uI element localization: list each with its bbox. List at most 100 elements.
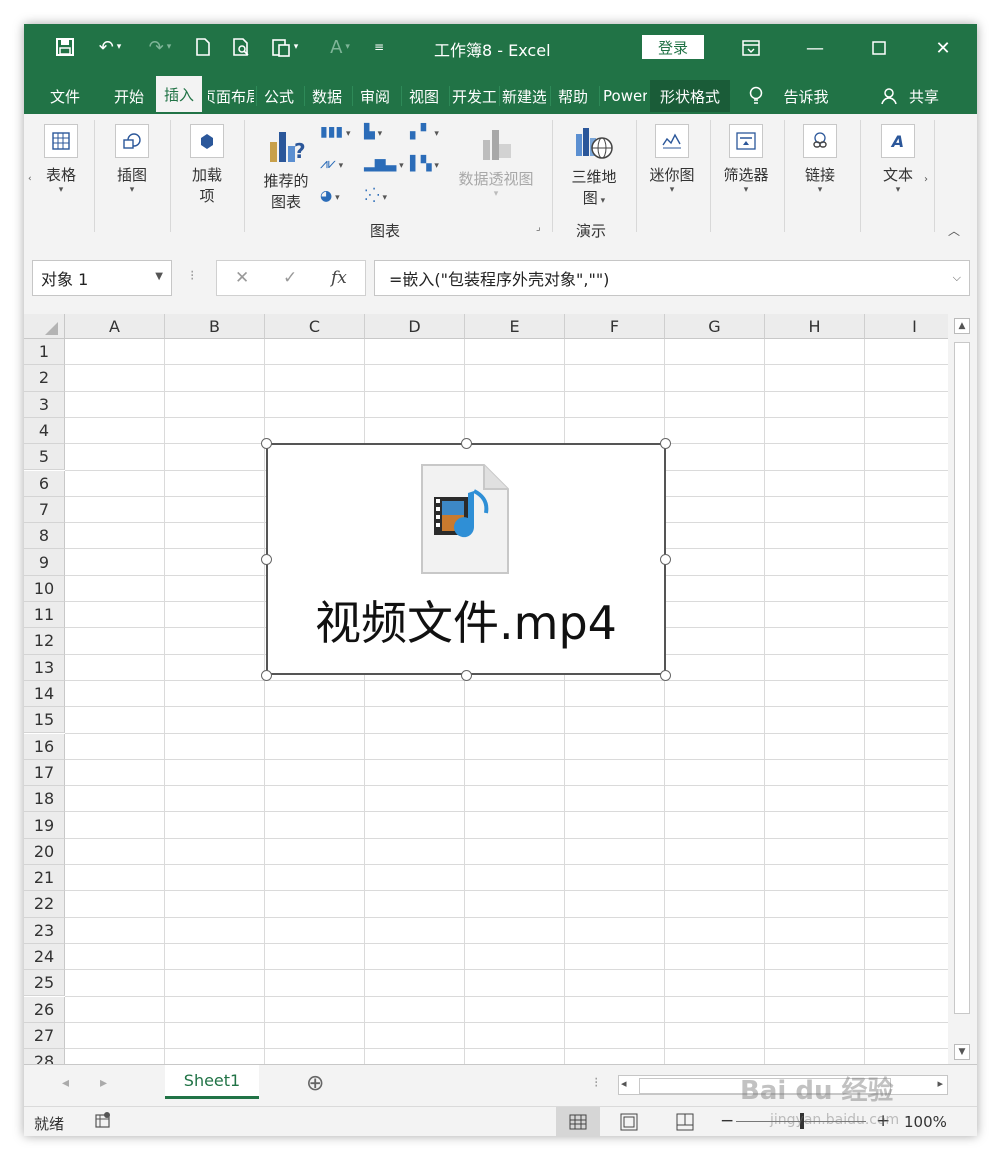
pie-chart-icon[interactable]: ◕ ▾ [320,188,340,204]
ribbon-scroll-left-icon[interactable]: ‹ [28,174,32,184]
row-header[interactable]: 24 [24,943,65,971]
row-header[interactable]: 19 [24,812,65,839]
resize-handle-bottom-left[interactable] [261,670,272,681]
formula-input[interactable]: =嵌入("包装程序外壳对象","") ⌵ [374,260,970,296]
column-header[interactable]: I [865,314,948,339]
combo-chart-icon[interactable]: ▌▚ ▾ [410,156,439,172]
minimize-icon[interactable]: — [792,32,838,64]
dialog-launcher-icon[interactable]: ⌟ [536,222,541,233]
row-header[interactable]: 10 [24,575,65,602]
row-header[interactable]: 14 [24,680,65,708]
select-all-corner[interactable] [24,314,65,339]
login-button[interactable]: 登录 [642,35,704,59]
sparklines-button[interactable]: 迷你图 ▾ [646,124,698,195]
illustrations-button[interactable]: 插图 ▾ [108,124,156,195]
scatter-chart-icon[interactable]: ⁚⁛ ▾ [364,188,387,204]
row-header[interactable]: 21 [24,865,65,892]
print-preview-icon[interactable] [228,32,256,62]
column-header[interactable]: A [65,314,165,339]
tab-data[interactable]: 数据 [306,80,348,112]
font-color-icon[interactable]: A ▾ [320,32,360,62]
customize-qat-icon[interactable]: ≡ [368,32,390,62]
scroll-up-icon[interactable]: ▲ [954,318,970,334]
row-header[interactable]: 26 [24,996,65,1023]
row-header[interactable]: 16 [24,733,65,760]
statistic-chart-icon[interactable]: ▂▆▃ ▾ [364,156,404,172]
3d-map-button[interactable]: 三维地 图 ▾ [564,124,624,208]
row-header[interactable]: 3 [24,391,65,418]
row-header[interactable]: 18 [24,786,65,813]
row-header[interactable]: 5 [24,444,65,471]
maximize-icon[interactable] [856,32,902,64]
tell-me-search[interactable]: 告诉我 [776,80,836,112]
close-icon[interactable]: ✕ [920,32,966,64]
row-header[interactable]: 4 [24,417,65,445]
scroll-thumb[interactable] [954,342,970,1014]
expand-formula-icon[interactable]: ⌵ [953,271,961,285]
row-header[interactable]: 15 [24,707,65,734]
insert-function-icon[interactable]: fx [331,268,347,288]
prev-sheet-icon[interactable]: ◂ [62,1075,69,1091]
vertical-scrollbar[interactable]: ▲ ▼ [950,314,974,1064]
row-header[interactable]: 20 [24,838,65,865]
tab-page-layout[interactable]: 页面布局 [208,80,254,112]
new-file-icon[interactable] [190,32,216,62]
macro-record-icon[interactable] [94,1111,112,1133]
cancel-icon[interactable]: ✕ [235,268,249,288]
column-header[interactable]: F [565,314,665,339]
tab-insert[interactable]: 插入 [156,76,202,114]
row-header[interactable]: 27 [24,1022,65,1050]
scroll-right-icon[interactable]: ▸ [937,1077,943,1090]
undo-icon[interactable]: ↶ ▾ [90,32,130,62]
share-button[interactable]: 共享 [902,80,946,112]
resize-handle-left[interactable] [261,554,272,565]
row-header[interactable]: 13 [24,654,65,681]
row-header[interactable]: 28 [24,1049,65,1064]
tab-new[interactable]: 新建选项卡 [502,80,546,112]
paste-icon[interactable]: ▾ [262,32,308,62]
row-header[interactable]: 17 [24,759,65,787]
row-header[interactable]: 22 [24,891,65,918]
next-sheet-icon[interactable]: ▸ [100,1075,107,1091]
tab-power-pivot[interactable]: Power Pivot [603,80,647,112]
worksheet-grid[interactable]: ABCDEFGHI 1 2 3 4 5 6 7 8 9 10 11 12 13 14 15 16 17 18 19 2… [24,314,948,1064]
enter-icon[interactable]: ✓ [283,268,297,288]
add-sheet-icon[interactable]: ⊕ [306,1071,324,1096]
table-button[interactable]: 表格 ▾ [38,124,84,195]
row-header[interactable]: 12 [24,628,65,655]
column-header[interactable]: H [765,314,865,339]
text-button[interactable]: A 文本 ▾ [874,124,922,195]
row-header[interactable]: 23 [24,917,65,944]
tab-developer[interactable]: 开发工具 [452,80,496,112]
page-layout-view-icon[interactable] [620,1113,638,1135]
redo-icon[interactable]: ↷ ▾ [140,32,180,62]
ribbon-display-options-icon[interactable] [728,32,774,64]
collapse-ribbon-icon[interactable]: ︿ [948,222,960,239]
chevron-down-icon[interactable]: ▼ [155,271,163,282]
row-header[interactable]: 8 [24,523,65,550]
row-header[interactable]: 9 [24,549,65,576]
recommended-charts-button[interactable]: ? 推荐的 图表 [258,124,314,212]
embedded-object[interactable]: 视频文件.mp4 [261,438,671,681]
tab-formulas[interactable]: 公式 [258,80,300,112]
share-user-icon[interactable] [876,80,902,112]
page-break-view-icon[interactable] [676,1113,694,1135]
save-icon[interactable] [50,32,80,62]
column-header[interactable]: G [665,314,765,339]
hierarchy-chart-icon[interactable]: ▙ ▾ [364,124,382,140]
links-button[interactable]: 链接 ▾ [796,124,844,195]
lightbulb-icon[interactable] [744,80,768,112]
tab-help[interactable]: 帮助 [552,80,594,112]
zoom-out-button[interactable]: − [720,1111,734,1131]
bar-chart-icon[interactable]: ▮▮▮ ▾ [320,124,351,140]
row-header[interactable]: 7 [24,496,65,524]
zoom-level[interactable]: 100% [904,1113,947,1131]
row-header[interactable]: 2 [24,365,65,392]
tab-home[interactable]: 开始 [106,80,152,112]
waterfall-chart-icon[interactable]: ▖▘ ▾ [410,124,439,140]
resize-handle-top-left[interactable] [261,438,272,449]
resize-handle-right[interactable] [660,554,671,565]
resize-handle-bottom-right[interactable] [660,670,671,681]
tab-view[interactable]: 视图 [403,80,445,112]
resize-handle-bottom[interactable] [461,670,472,681]
